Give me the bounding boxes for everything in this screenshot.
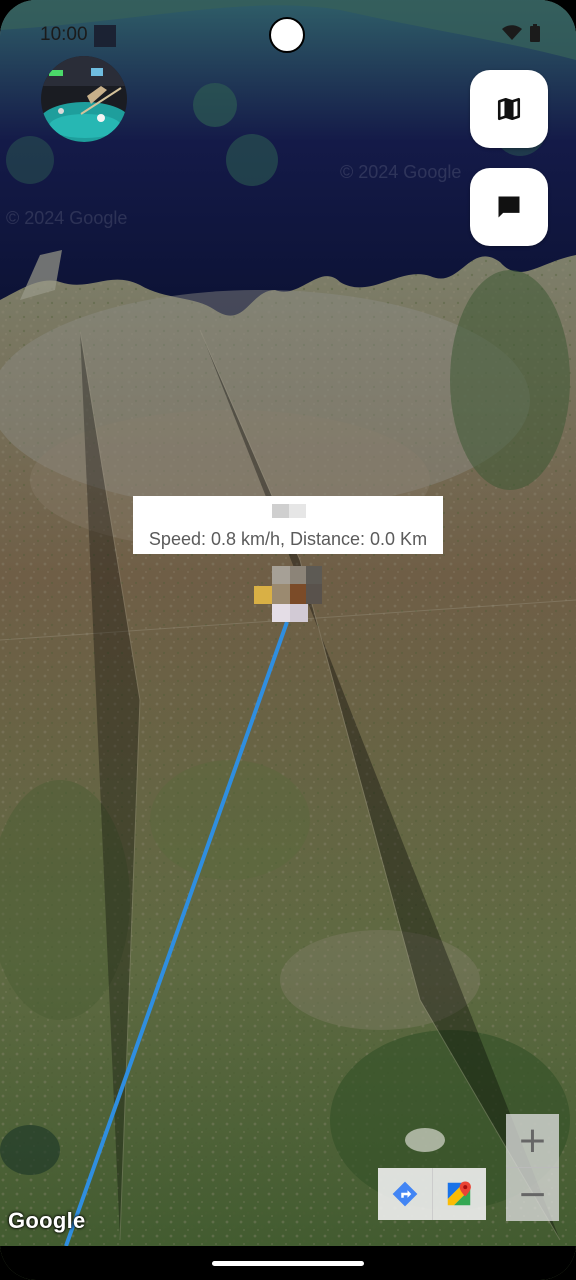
status-time: 10:00 [40, 24, 88, 45]
google-maps-icon [448, 1181, 472, 1206]
chat-button[interactable] [470, 168, 548, 246]
notification-icon [94, 25, 116, 47]
open-in-maps-button[interactable] [431, 1168, 487, 1220]
zoom-controls: + − [506, 1114, 559, 1221]
directions-button[interactable] [378, 1168, 432, 1220]
map-icon [497, 97, 521, 121]
chat-icon [498, 196, 520, 218]
marker-info-window[interactable]: Speed: 0.8 km/h, Distance: 0.0 Km [133, 496, 443, 554]
wifi-icon [502, 25, 522, 40]
map-watermark: © 2024 Google [340, 162, 462, 182]
battery-icon [530, 24, 540, 42]
app-screen: © 2024 Google © 2024 Google 10:00 Speed:… [0, 0, 576, 1280]
user-location-marker[interactable] [254, 564, 324, 624]
map-type-button[interactable] [470, 70, 548, 148]
directions-icon [392, 1181, 418, 1207]
map-toolbar [378, 1168, 486, 1220]
blurred-title [272, 504, 306, 518]
status-icons [502, 24, 540, 42]
zoom-in-button[interactable]: + [506, 1114, 559, 1167]
avatar[interactable] [41, 56, 127, 142]
profile-photo [41, 56, 127, 142]
google-logo: Google [8, 1208, 86, 1233]
camera-cutout [269, 17, 305, 53]
info-snippet: Speed: 0.8 km/h, Distance: 0.0 Km [148, 529, 428, 549]
home-gesture-handle[interactable] [212, 1261, 364, 1266]
map-watermark: © 2024 Google [6, 208, 128, 228]
zoom-out-button[interactable]: − [506, 1167, 559, 1221]
